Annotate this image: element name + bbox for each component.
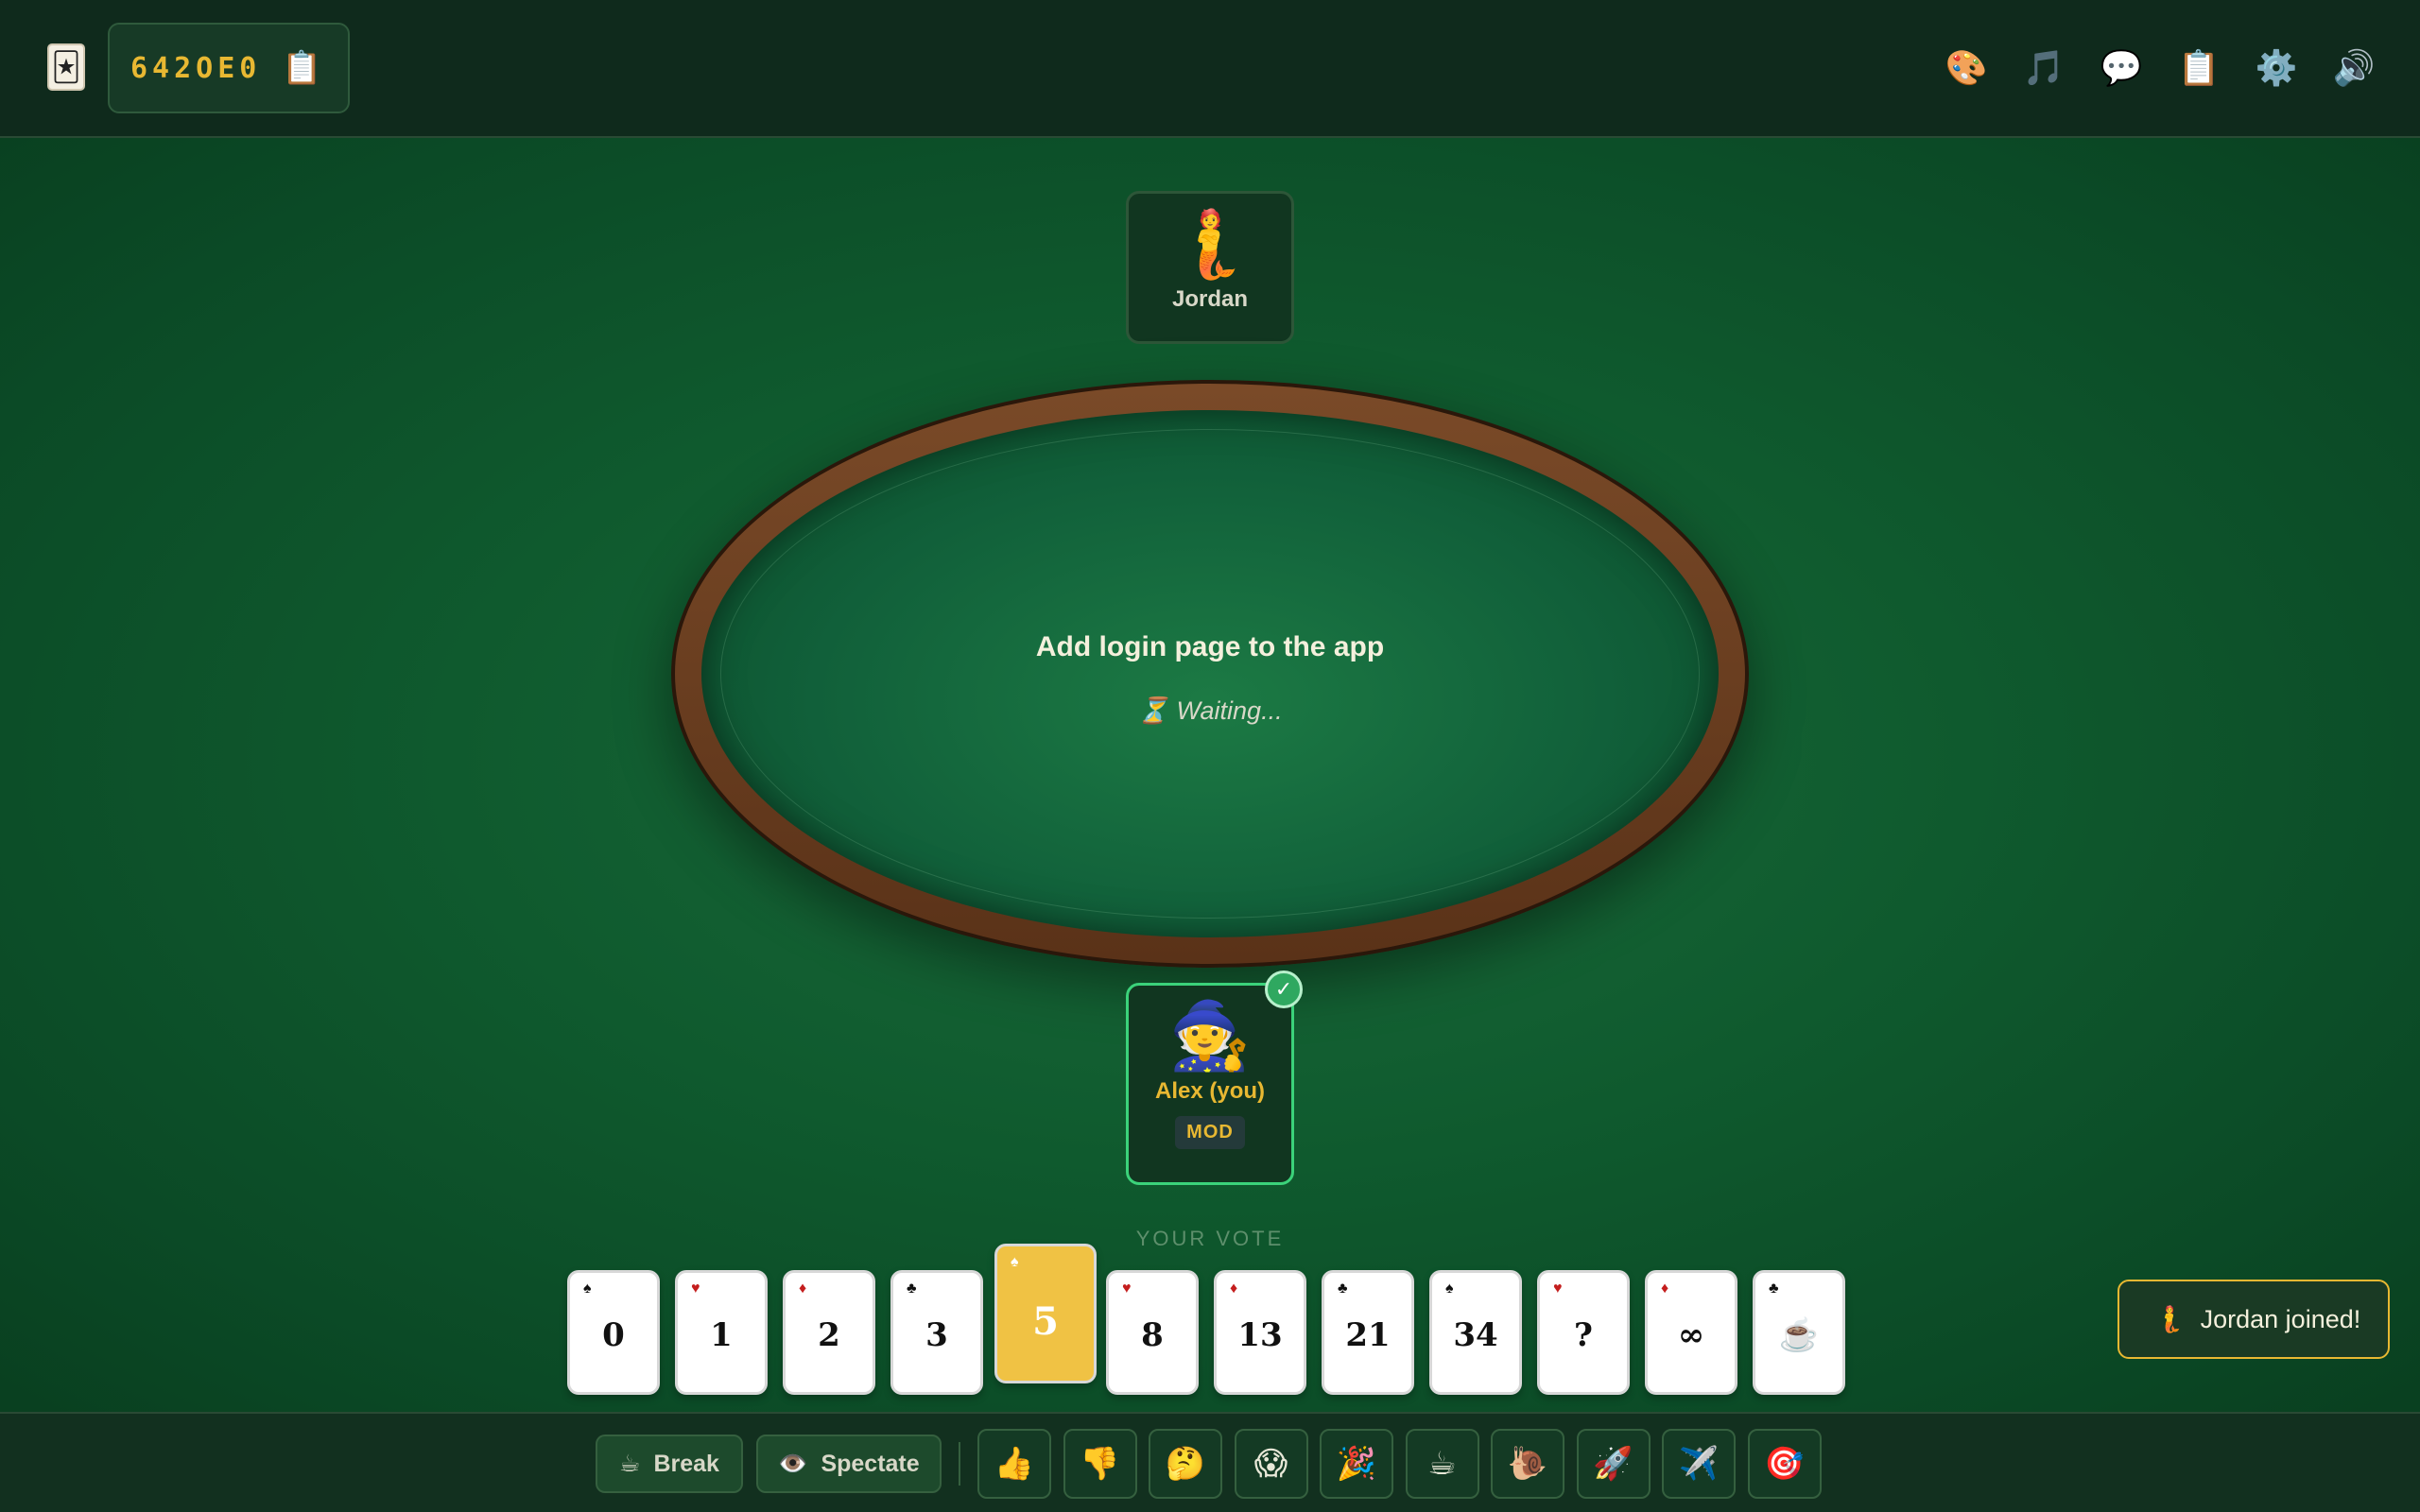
vote-card[interactable]: ♠ 34 (1429, 1270, 1522, 1395)
spectate-label: Spectate (821, 1450, 920, 1477)
player-seat-you: ✓ 🧙 Alex (you) MOD (1126, 971, 1303, 1185)
vote-card[interactable]: ♦ ∞ (1645, 1270, 1737, 1395)
card-suit-icon: ♥ (691, 1280, 700, 1297)
mage-avatar-icon: 🧙 (1168, 999, 1252, 1073)
vote-card[interactable]: ♥ 1 (675, 1270, 768, 1395)
vote-card[interactable]: ♦ 2 (783, 1270, 875, 1395)
card-value: 1 (710, 1316, 733, 1354)
card-suit-icon: ♠ (583, 1280, 592, 1297)
eye-icon: 👁️ (778, 1450, 808, 1477)
card-value: ∞ (1677, 1316, 1705, 1354)
spectate-button[interactable]: 👁️ Spectate (756, 1435, 942, 1493)
player-seat-jordan: 🧜 Jordan (1126, 191, 1294, 344)
card-value: 3 (925, 1316, 948, 1354)
vote-card-selected[interactable]: ♠ 5 (994, 1244, 1097, 1383)
voted-check-icon: ✓ (1265, 971, 1303, 1008)
scream-face-icon[interactable]: 😱 (1234, 1429, 1308, 1499)
card-value: ? (1574, 1316, 1593, 1354)
card-suit-icon: ♣ (1769, 1280, 1779, 1297)
vote-status: ⏳ Waiting... (675, 696, 1745, 726)
status-text: Waiting... (1176, 696, 1283, 725)
vote-card[interactable]: ♠ 0 (567, 1270, 660, 1395)
vote-card[interactable]: ♥ 8 (1106, 1270, 1199, 1395)
thinking-face-icon[interactable]: 🤔 (1149, 1429, 1222, 1499)
vote-card[interactable]: ♣ 3 (890, 1270, 983, 1395)
card-suit-icon: ♦ (1230, 1280, 1238, 1297)
coffee-icon[interactable]: ☕ (1405, 1429, 1479, 1499)
party-popper-icon[interactable]: 🎉 (1320, 1429, 1393, 1499)
card-suit-icon: ♠ (1011, 1254, 1019, 1270)
break-label: Break (653, 1450, 719, 1477)
room-code-button[interactable]: 642OE0 📋 (108, 23, 350, 113)
player-name: Jordan (1171, 286, 1248, 312)
rocket-icon[interactable]: 🚀 (1576, 1429, 1651, 1499)
bottom-bar: ☕ Break 👁️ Spectate 👍 👎 🤔 😱 🎉 ☕ 🐌 🚀 ✈️ 🎯 (0, 1412, 2420, 1512)
moderator-badge: MOD (1175, 1116, 1245, 1149)
card-suit-icon: ♠ (1445, 1280, 1454, 1297)
room-code: 642OE0 (130, 51, 262, 85)
vote-card[interactable]: ♣ 21 (1322, 1270, 1414, 1395)
player-name: Alex (you) (1154, 1078, 1265, 1104)
music-icon[interactable]: 🎵 (2015, 40, 2072, 96)
card-suit-icon: ♥ (1122, 1280, 1132, 1297)
vote-card[interactable]: ♣ ☕ (1753, 1270, 1845, 1395)
poker-table: Add login page to the app ⏳ Waiting... (671, 380, 1749, 968)
thumbs-up-icon[interactable]: 👍 (977, 1429, 1051, 1499)
card-value: 5 (1032, 1299, 1059, 1344)
target-icon[interactable]: 🎯 (1747, 1429, 1822, 1499)
card-suit-icon: ♦ (1661, 1280, 1669, 1297)
palette-icon[interactable]: 🎨 (1938, 40, 1995, 96)
card-suit-icon: ♣ (1338, 1280, 1348, 1297)
merperson-icon: 🧜 (2153, 1305, 2186, 1333)
card-value: 8 (1141, 1316, 1164, 1354)
toolbar-divider (959, 1442, 960, 1486)
table-felt (701, 410, 1719, 937)
card-value: 21 (1345, 1316, 1391, 1354)
coffee-icon: ☕ (619, 1451, 641, 1477)
card-value: ☕ (1778, 1316, 1820, 1354)
clipboard-icon[interactable]: 📋 (2170, 40, 2227, 96)
vote-card-hand: ♠ 0 ♥ 1 ♦ 2 ♣ 3 ♠ 5 ♥ 8 ♦ 13 ♣ 21 ♠ 34 ♥? ♦ ∞ ♣ ☕ (567, 1244, 1853, 1395)
playing-card-logo-icon: 🃏 (47, 43, 85, 91)
card-suit-icon: ♦ (799, 1280, 807, 1297)
card-value: 0 (602, 1316, 625, 1354)
snail-icon[interactable]: 🐌 (1491, 1429, 1564, 1499)
vote-card[interactable]: ♥? (1537, 1270, 1630, 1395)
copy-icon: 📋 (282, 50, 322, 86)
card-suit-icon: ♣ (907, 1280, 917, 1297)
top-bar: 🃏 642OE0 📋 🎨 🎵 💬 📋 ⚙️ 🔊 (0, 0, 2420, 138)
break-button[interactable]: ☕ Break (596, 1435, 743, 1493)
table-inner-line (720, 429, 1700, 919)
card-value: 34 (1453, 1316, 1498, 1354)
card-value: 13 (1237, 1316, 1283, 1354)
card-suit-icon: ♥ (1553, 1280, 1563, 1297)
toast-text: Jordan joined! (2200, 1304, 2361, 1333)
settings-gear-icon[interactable]: ⚙️ (2248, 40, 2305, 96)
header-toolbar: 🎨 🎵 💬 📋 ⚙️ 🔊 (1938, 40, 2382, 96)
chat-icon[interactable]: 💬 (2093, 40, 2150, 96)
story-title: Add login page to the app (1035, 631, 1385, 662)
card-value: 2 (818, 1316, 840, 1354)
hourglass-icon: ⏳ (1137, 696, 1170, 725)
merperson-avatar-icon: 🧜 (1168, 207, 1252, 281)
join-notification-toast: 🧜 Jordan joined! (2118, 1280, 2390, 1359)
sound-icon[interactable]: 🔊 (2325, 40, 2382, 96)
thumbs-down-icon[interactable]: 👎 (1063, 1429, 1137, 1499)
airplane-icon[interactable]: ✈️ (1662, 1429, 1736, 1499)
vote-card[interactable]: ♦ 13 (1214, 1270, 1306, 1395)
